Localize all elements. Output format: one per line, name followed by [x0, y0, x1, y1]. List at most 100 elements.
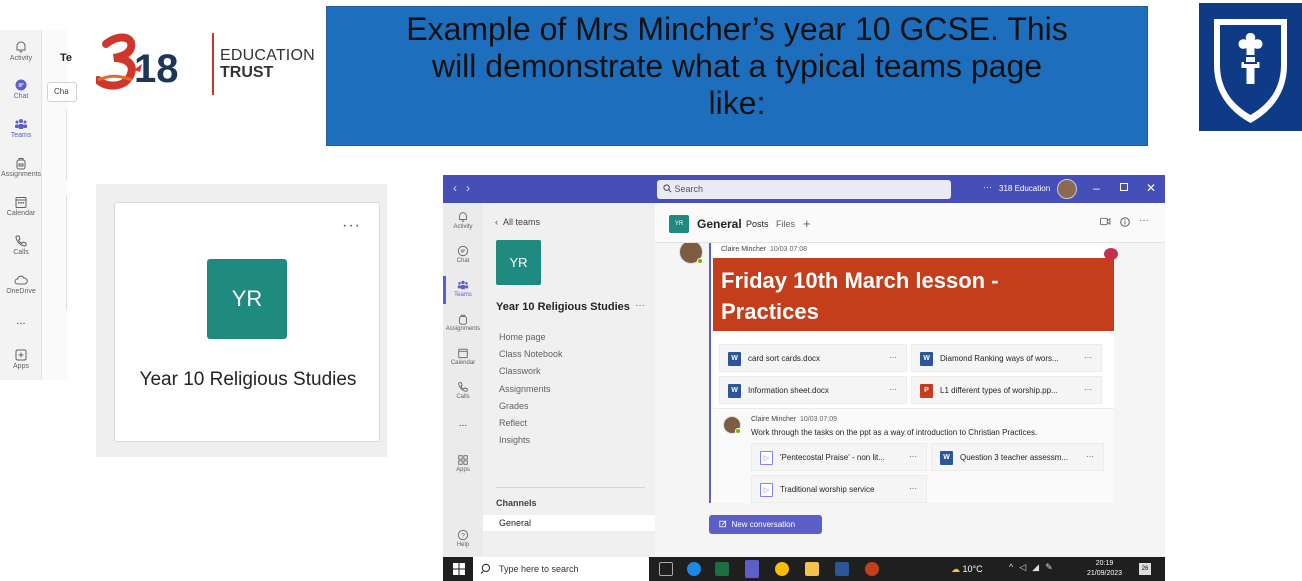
- attachment-card[interactable]: ▷ Traditional worship service ···: [751, 475, 927, 503]
- logo-mark-icon: 18: [96, 33, 179, 91]
- clock-date: 21/09/2023: [1087, 570, 1123, 577]
- taskbar-search-input[interactable]: Type here to search: [473, 557, 649, 581]
- attachment-card[interactable]: W Question 3 teacher assessm... ···: [931, 443, 1104, 471]
- attachment-more-button[interactable]: ···: [889, 353, 897, 362]
- attachment-more-button[interactable]: ···: [909, 484, 917, 493]
- team-card-more-button[interactable]: ···: [342, 217, 361, 235]
- chrome-icon[interactable]: [775, 562, 789, 576]
- team-more-button[interactable]: ···: [635, 300, 645, 311]
- team-link-grades[interactable]: Grades: [499, 401, 529, 411]
- help-icon: ?: [457, 529, 469, 541]
- chat-icon: [457, 245, 469, 257]
- attachment-card[interactable]: P L1 different types of worship.pp... ··…: [911, 376, 1102, 404]
- attachment-card[interactable]: ▷ 'Pentecostal Praise' - non lit... ···: [751, 443, 927, 471]
- rail-item-calls[interactable]: Calls: [0, 234, 42, 256]
- meet-video-icon[interactable]: [1100, 217, 1111, 229]
- clock[interactable]: 20:19 21/09/2023: [1087, 559, 1122, 579]
- team-link-assignments[interactable]: Assignments: [499, 384, 551, 394]
- bell-icon: [16, 41, 26, 53]
- attachment-more-button[interactable]: ···: [889, 385, 897, 394]
- channel-item-general[interactable]: General: [483, 515, 655, 531]
- pen-icon[interactable]: ✎: [1045, 562, 1059, 572]
- rail-item-chat[interactable]: Chat: [443, 245, 483, 264]
- word-icon[interactable]: [835, 562, 849, 576]
- post-author: Claire Mincher: [721, 246, 767, 253]
- rail-item-teams[interactable]: Teams: [443, 279, 483, 298]
- attachment-name: card sort cards.docx: [748, 354, 821, 363]
- new-conversation-label: New conversation: [731, 520, 796, 529]
- edge-icon[interactable]: [687, 562, 701, 576]
- rail-item-calls[interactable]: Calls: [443, 381, 483, 400]
- team-link-class-notebook[interactable]: Class Notebook: [499, 349, 563, 359]
- close-icon[interactable]: ✕: [1146, 181, 1156, 195]
- attachment-card[interactable]: W card sort cards.docx ···: [719, 344, 907, 372]
- rail-item-assignments[interactable]: Assignments: [0, 156, 42, 178]
- banner-line: Example of Mrs Mincher’s year 10 GCSE. T…: [406, 11, 1068, 47]
- new-conversation-button[interactable]: New conversation: [709, 515, 822, 534]
- rail-item-more[interactable]: ...: [443, 418, 483, 429]
- video-file-icon: ▷: [760, 483, 773, 497]
- rail-item-apps[interactable]: Apps: [0, 348, 42, 370]
- rail-item-activity[interactable]: Activity: [0, 40, 42, 62]
- history-nav[interactable]: ‹›: [453, 181, 479, 195]
- team-link-insights[interactable]: Insights: [499, 435, 530, 445]
- rail-item-teams[interactable]: Teams: [0, 117, 42, 139]
- attachment-name: L1 different types of worship.pp...: [940, 386, 1058, 395]
- rail-item-help[interactable]: ? Help: [443, 529, 483, 548]
- rail-item-assignments[interactable]: Assignments: [443, 313, 483, 332]
- weather-widget[interactable]: ☁ 10°C: [951, 564, 983, 575]
- excel-icon[interactable]: [715, 562, 729, 576]
- teams-app-icon[interactable]: [745, 560, 759, 578]
- minimize-icon[interactable]: –: [1093, 181, 1100, 195]
- tab-posts[interactable]: Posts: [746, 219, 769, 229]
- chevron-up-icon[interactable]: ^: [1009, 562, 1019, 572]
- maximize-icon[interactable]: [1119, 181, 1129, 195]
- powerpoint-icon[interactable]: [865, 562, 879, 576]
- calendar-icon: [15, 197, 27, 208]
- all-teams-link[interactable]: ‹ All teams: [495, 217, 540, 227]
- team-link-home-page[interactable]: Home page: [499, 332, 546, 342]
- post-card: Claire Mincher 10/03 07:08 Friday 10th M…: [709, 243, 1114, 503]
- rail-item-calendar[interactable]: Calendar: [443, 347, 483, 366]
- add-tab-button[interactable]: +: [803, 216, 811, 231]
- banner-line: Practices: [721, 299, 819, 324]
- phone-icon: [15, 235, 27, 247]
- info-icon[interactable]: [1120, 217, 1130, 230]
- attachment-more-button[interactable]: ···: [909, 452, 917, 461]
- rail-item-chat[interactable]: Chat: [0, 78, 42, 100]
- search-input[interactable]: Search: [657, 180, 951, 199]
- team-link-classwork[interactable]: Classwork: [499, 366, 541, 376]
- tab-files[interactable]: Files: [776, 219, 795, 229]
- settings-more-button[interactable]: ···: [983, 182, 992, 192]
- avatar: [723, 416, 741, 434]
- avatar[interactable]: [1057, 179, 1077, 199]
- system-tray[interactable]: ^◁◢✎: [1009, 562, 1059, 573]
- rail-item-activity[interactable]: Activity: [443, 211, 483, 230]
- rail-item-onedrive[interactable]: OneDrive: [0, 273, 42, 295]
- team-card[interactable]: ··· YR Year 10 Religious Studies: [114, 202, 380, 442]
- attachment-more-button[interactable]: ···: [1086, 452, 1094, 461]
- rail-label: Assignments: [0, 171, 42, 178]
- team-name: Year 10 Religious Studies: [496, 301, 630, 313]
- back-arrow-icon[interactable]: ‹: [453, 181, 466, 195]
- rail-label: Apps: [13, 363, 29, 370]
- clock-time: 20:19: [1095, 560, 1114, 567]
- notification-center-button[interactable]: 26: [1139, 563, 1151, 575]
- rail-item-calendar[interactable]: Calendar: [0, 195, 42, 217]
- forward-arrow-icon[interactable]: ›: [466, 181, 479, 195]
- network-icon[interactable]: ◢: [1032, 562, 1045, 572]
- team-link-reflect[interactable]: Reflect: [499, 418, 527, 428]
- channel-title: General: [697, 217, 742, 231]
- attachment-more-button[interactable]: ···: [1084, 385, 1092, 394]
- attachment-card[interactable]: W Information sheet.docx ···: [719, 376, 907, 404]
- file-explorer-icon[interactable]: [805, 562, 819, 576]
- channel-more-button[interactable]: ···: [1139, 215, 1149, 226]
- attachment-more-button[interactable]: ···: [1084, 353, 1092, 362]
- speaker-icon[interactable]: ◁: [1019, 562, 1032, 572]
- windows-start-icon[interactable]: [453, 563, 465, 575]
- task-view-icon[interactable]: [659, 562, 673, 576]
- rail-item-more[interactable]: ...: [0, 315, 42, 327]
- rail-label: Calls: [13, 249, 29, 256]
- attachment-card[interactable]: W Diamond Ranking ways of wors... ···: [911, 344, 1102, 372]
- rail-item-apps[interactable]: Apps: [443, 454, 483, 473]
